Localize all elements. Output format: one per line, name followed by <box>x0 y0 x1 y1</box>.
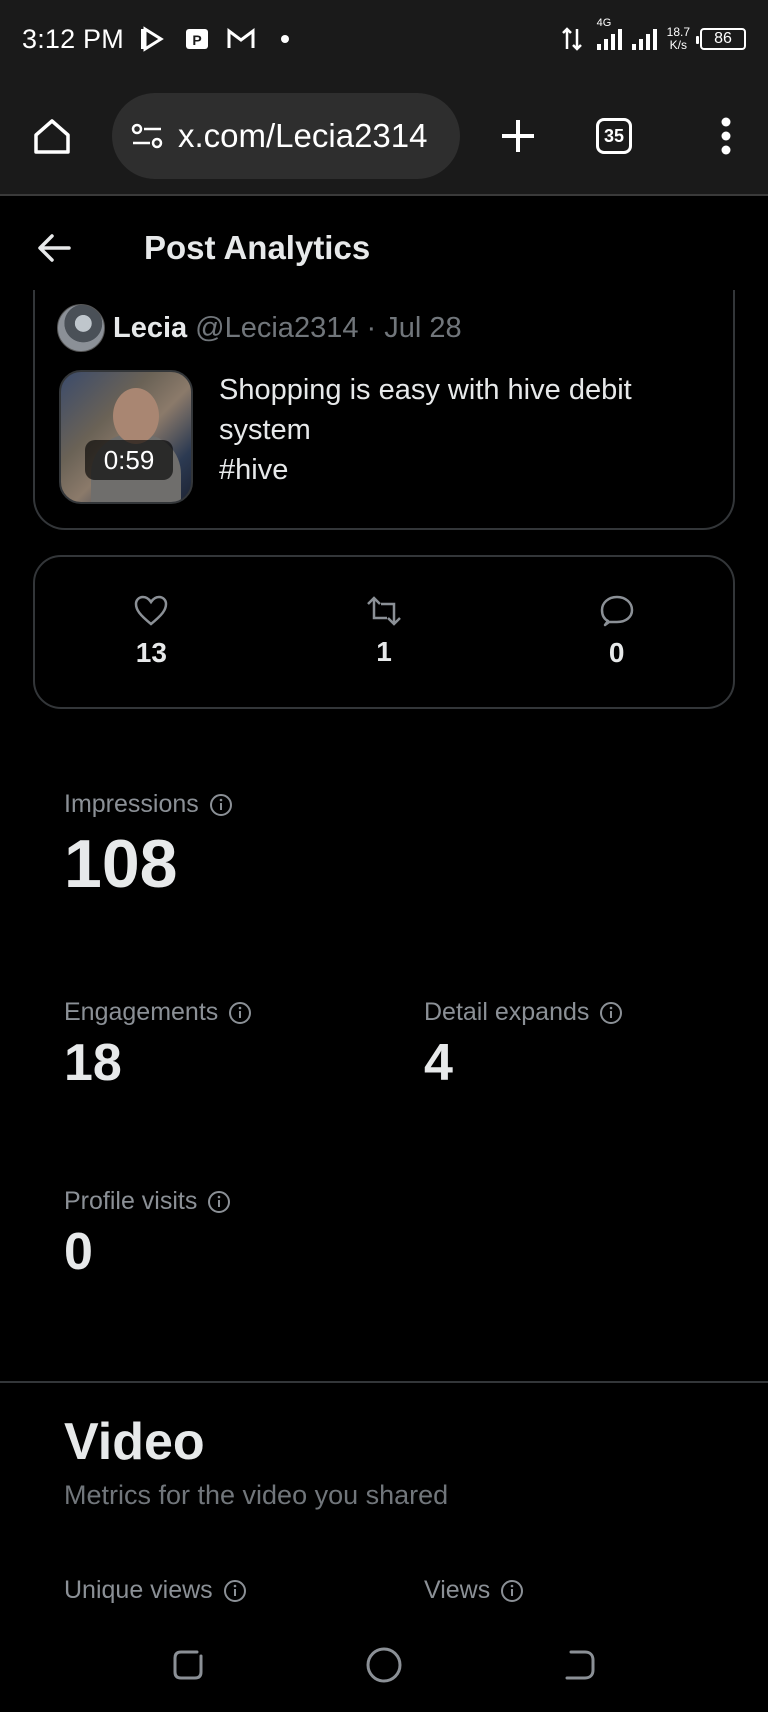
info-icon[interactable] <box>207 1190 231 1214</box>
status-time: 3:12 PM <box>22 23 124 54</box>
engagements-stat: Engagements 18 <box>64 998 252 1093</box>
section-divider <box>0 1381 768 1383</box>
back-gesture-icon <box>565 1650 595 1680</box>
battery-level: 86 <box>714 30 732 47</box>
status-bar: 3:12 PM P 4G 18.7 K/s 86 <box>0 0 768 78</box>
replies-metric: 0 <box>500 557 733 707</box>
engagement-metrics-card: 13 1 0 <box>33 555 735 709</box>
media-play-icon <box>138 24 168 54</box>
network-speed-value: 18.7 <box>666 25 690 39</box>
home-button[interactable] <box>22 106 82 166</box>
tab-switcher-button[interactable]: 35 <box>586 108 642 164</box>
status-left: 3:12 PM P <box>22 24 300 55</box>
profile-visits-stat: Profile visits 0 <box>64 1187 231 1282</box>
likes-metric: 13 <box>35 557 268 707</box>
video-section-subtitle: Metrics for the video you shared <box>64 1480 449 1510</box>
profile-visits-label: Profile visits <box>64 1187 198 1215</box>
views-label: Views <box>424 1576 491 1604</box>
browser-toolbar: x.com/Lecia2314 35 <box>0 78 768 196</box>
back-nav-button[interactable] <box>550 1635 610 1695</box>
info-icon[interactable] <box>599 1001 623 1025</box>
dot-icon <box>270 24 300 54</box>
system-nav-bar <box>0 1618 768 1712</box>
heart-icon <box>135 595 168 626</box>
views-stat: Views <box>424 1576 524 1605</box>
signal-icon <box>631 28 657 50</box>
detail-expands-stat: Detail expands 4 <box>424 998 623 1093</box>
data-transfer-icon <box>557 24 587 54</box>
circle-home-icon <box>366 1647 402 1683</box>
site-settings-icon[interactable] <box>130 121 164 151</box>
detail-expands-label: Detail expands <box>424 998 590 1026</box>
avatar[interactable] <box>57 304 105 352</box>
unique-views-label: Unique views <box>64 1576 213 1604</box>
post-text: Shopping is easy with hive debit system … <box>219 374 632 486</box>
reposts-metric: 1 <box>268 557 501 707</box>
info-icon[interactable] <box>209 793 233 817</box>
address-bar[interactable]: x.com/Lecia2314 <box>112 93 460 179</box>
info-icon[interactable] <box>223 1579 247 1603</box>
recents-button[interactable] <box>158 1635 218 1695</box>
author-meta: @Lecia2314 · Jul 28 <box>195 311 462 344</box>
network-speed: 18.7 K/s <box>667 26 690 52</box>
svg-text:P: P <box>192 32 201 48</box>
network-speed-unit: K/s <box>669 38 687 52</box>
impressions-stat: Impressions 108 <box>64 790 233 903</box>
info-icon[interactable] <box>500 1579 524 1603</box>
author-name[interactable]: Lecia <box>113 312 187 345</box>
home-nav-button[interactable] <box>354 1635 414 1695</box>
impressions-label: Impressions <box>64 790 199 818</box>
reply-icon <box>600 595 633 627</box>
unique-views-stat: Unique views <box>64 1576 247 1605</box>
engagements-value: 18 <box>64 1034 122 1092</box>
mail-icon <box>226 24 256 54</box>
status-right: 4G 18.7 K/s 86 <box>557 17 746 54</box>
video-thumbnail[interactable]: 0:59 <box>59 370 193 504</box>
video-duration-badge: 0:59 <box>85 440 173 480</box>
engagements-label: Engagements <box>64 998 219 1026</box>
profile-visits-value: 0 <box>64 1223 93 1281</box>
arrow-left-icon <box>38 234 71 262</box>
new-tab-button[interactable] <box>490 108 546 164</box>
impressions-value: 108 <box>64 826 178 902</box>
repost-icon <box>367 596 401 626</box>
reposts-count: 1 <box>376 636 392 667</box>
home-icon <box>34 119 70 154</box>
network-type-label: 4G <box>596 16 612 29</box>
info-icon[interactable] <box>228 1001 252 1025</box>
recents-icon <box>173 1650 203 1680</box>
signal-4g-icon: 4G <box>596 17 622 50</box>
post-preview-card[interactable]: Lecia @Lecia2314 · Jul 28 0:59 Shopping … <box>33 290 735 530</box>
detail-expands-value: 4 <box>424 1034 453 1092</box>
plus-icon <box>502 120 534 152</box>
likes-count: 13 <box>135 637 167 668</box>
back-button[interactable] <box>32 226 76 270</box>
app-header: Post Analytics <box>0 198 768 298</box>
tab-count: 35 <box>596 118 632 154</box>
browser-menu-button[interactable] <box>706 108 746 164</box>
url-text: x.com/Lecia2314 <box>178 117 428 154</box>
page-title: Post Analytics <box>144 229 371 266</box>
post-header: Lecia @Lecia2314 · Jul 28 <box>57 304 462 352</box>
more-vert-icon <box>721 117 731 155</box>
replies-count: 0 <box>608 637 625 668</box>
battery-icon: 86 <box>696 28 746 50</box>
video-section-title: Video <box>64 1413 205 1471</box>
app-notification-icon: P <box>182 24 212 54</box>
